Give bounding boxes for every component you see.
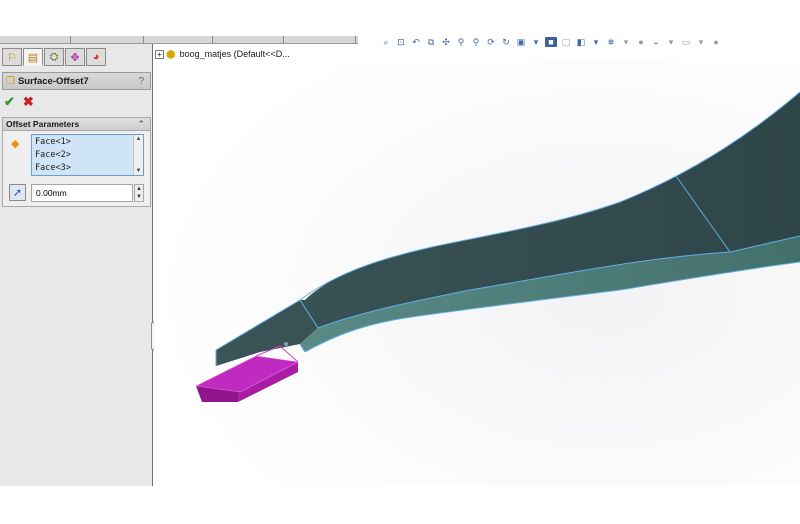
scroll-up-icon[interactable]: ▲: [134, 136, 143, 142]
part-name[interactable]: boog_matjes (Default<<D...: [180, 49, 290, 59]
display-style-icon[interactable]: ■: [545, 37, 557, 47]
zoom-selection-icon[interactable]: ⚲: [470, 37, 482, 47]
surface-offset-icon: ❐: [6, 75, 15, 87]
render-tools-icon[interactable]: ◒: [650, 37, 662, 47]
faces-selection-list[interactable]: Face<1> Face<2> Face<3> ▲ ▼: [31, 134, 144, 176]
cancel-button[interactable]: ✖: [23, 94, 34, 110]
offset-parameters-group: Offset Parameters ⌃ ◆ Face<1> Face<2> Fa…: [2, 117, 151, 207]
ok-button[interactable]: ✔: [4, 94, 15, 110]
rotate-icon[interactable]: ⟳: [485, 37, 497, 47]
collapse-icon[interactable]: ⌃: [137, 118, 145, 131]
section-view-icon[interactable]: ⧉: [425, 37, 437, 47]
dimxpert-manager-tab-icon[interactable]: ✥: [65, 48, 85, 66]
offset-distance-input[interactable]: [31, 184, 133, 202]
scene-dropdown-icon[interactable]: ▾: [620, 37, 632, 47]
tree-expand-icon[interactable]: +: [155, 49, 164, 59]
command-manager-tabs[interactable]: [0, 36, 358, 44]
extra-settings-icon[interactable]: ●: [710, 37, 722, 47]
pan-icon[interactable]: ✣: [440, 37, 452, 47]
zoom-to-fit-icon[interactable]: ⌕: [380, 37, 392, 47]
hide-show-icon[interactable]: ▢: [560, 37, 572, 47]
tab-divider: [355, 36, 356, 44]
face-selection-icon: ◆: [11, 138, 20, 150]
tab-divider: [212, 36, 213, 44]
property-manager-header: ❐ Surface-Offset7 ?: [2, 72, 151, 90]
monitor-icon[interactable]: ▭: [680, 37, 692, 47]
zoom-in-out-icon[interactable]: ⚲: [455, 37, 467, 47]
zoom-to-area-icon[interactable]: ⊡: [395, 37, 407, 47]
property-manager-tab-icon[interactable]: ▤: [23, 48, 43, 66]
faces-selection-row: ◆ Face<1> Face<2> Face<3> ▲ ▼: [3, 134, 152, 178]
scene-icon[interactable]: ⛯: [605, 37, 617, 47]
monitor-dropdown-icon[interactable]: ▾: [695, 37, 707, 47]
help-icon[interactable]: ?: [138, 76, 144, 87]
ok-cancel-row: ✔ ✖: [4, 94, 34, 110]
previous-view-icon[interactable]: ↶: [410, 37, 422, 47]
tab-divider: [143, 36, 144, 44]
list-scrollbar[interactable]: ▲ ▼: [133, 135, 143, 175]
selection-handle[interactable]: [284, 342, 288, 346]
offset-distance-row: ➚ ▲▼: [3, 182, 152, 204]
list-item[interactable]: Face<1>: [32, 136, 143, 148]
part-icon: ⬢: [166, 48, 176, 61]
bottom-margin: [0, 486, 800, 524]
offset-parameters-title: Offset Parameters: [6, 119, 80, 129]
scroll-down-icon[interactable]: ▼: [134, 168, 143, 174]
tab-divider: [283, 36, 284, 44]
property-manager-panel: ⚐ ▤ ⛭ ✥ ◕ ❐ Surface-Offset7 ? ✔ ✖ Offset…: [0, 44, 159, 486]
render-dropdown-icon[interactable]: ▾: [665, 37, 677, 47]
offset-parameters-header[interactable]: Offset Parameters ⌃: [3, 118, 150, 131]
list-item[interactable]: Face<3>: [32, 162, 143, 174]
view-orientation-dropdown-icon[interactable]: ▾: [530, 37, 542, 47]
tab-divider: [70, 36, 71, 44]
configuration-manager-tab-icon[interactable]: ⛭: [44, 48, 64, 66]
edit-appearance-icon[interactable]: ◧: [575, 37, 587, 47]
feature-manager-tab-icon[interactable]: ⚐: [2, 48, 22, 66]
distance-spinner[interactable]: ▲ ▼: [134, 184, 144, 202]
manager-tabs: ⚐ ▤ ⛭ ✥ ◕: [2, 48, 106, 66]
view-settings-icon[interactable]: ●: [635, 37, 647, 47]
display-manager-tab-icon[interactable]: ◕: [86, 48, 106, 66]
list-item[interactable]: Face<2>: [32, 149, 143, 161]
heads-up-view-toolbar: ⌕ ⊡ ↶ ⧉ ✣ ⚲ ⚲ ⟳ ↻ ▣ ▾ ■ ▢ ◧ ▾ ⛯ ▾ ● ◒ ▾ …: [380, 36, 722, 48]
graphics-area[interactable]: [154, 62, 800, 486]
flyout-feature-tree: + ⬢ boog_matjes (Default<<D...: [155, 47, 290, 61]
appearance-dropdown-icon[interactable]: ▾: [590, 37, 602, 47]
roll-icon[interactable]: ↻: [500, 37, 512, 47]
view-orientation-icon[interactable]: ▣: [515, 37, 527, 47]
reverse-direction-icon[interactable]: ➚: [9, 184, 26, 201]
page-title: Surface-Offset7: [17, 75, 89, 87]
